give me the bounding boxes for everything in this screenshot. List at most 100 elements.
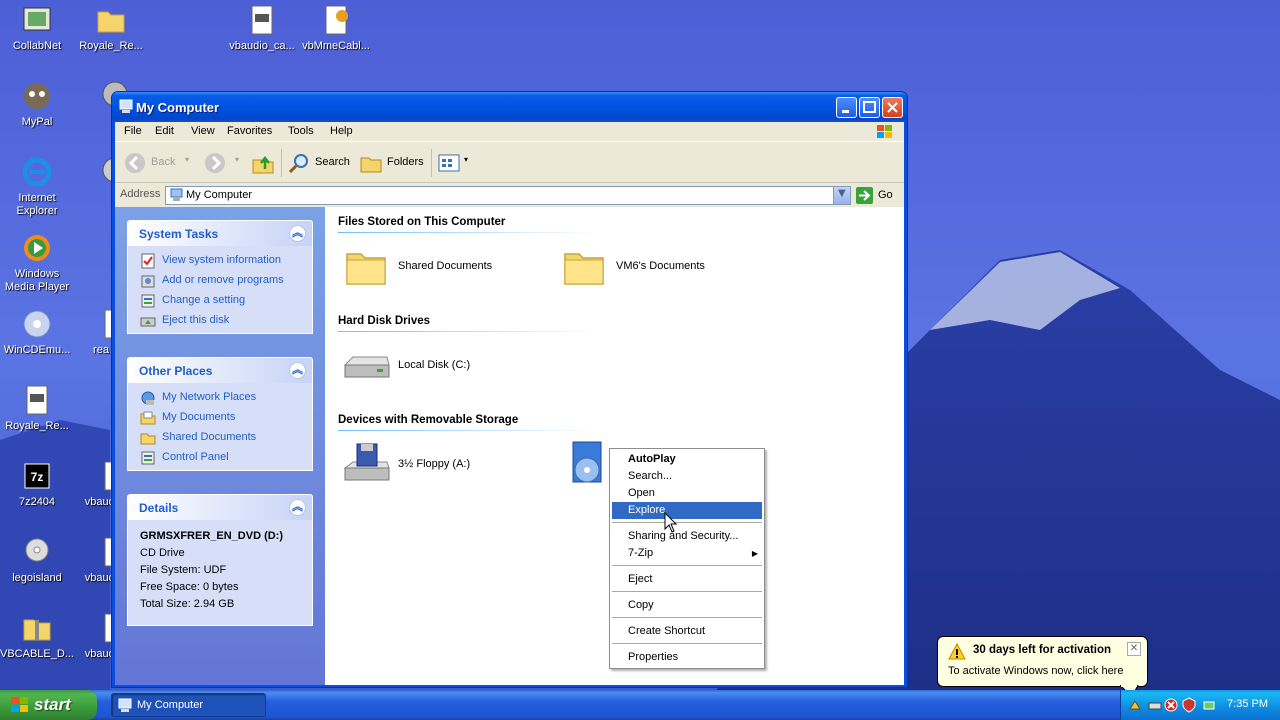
activation-balloon[interactable]: 30 days left for activation To activate … [937, 636, 1148, 687]
search-icon [288, 154, 308, 174]
forward-button[interactable]: ▾ [203, 151, 239, 175]
safely-remove-hardware-icon[interactable] [1201, 697, 1217, 713]
folders-button[interactable]: Folders [359, 151, 425, 175]
menu-separator [612, 617, 762, 618]
other-places-header[interactable]: Other Places ︽ [128, 358, 312, 383]
task-eject-this-disk[interactable]: Eject this disk [128, 311, 312, 331]
desktop-icon-wincdemu[interactable]: WinCDEmu... [0, 308, 74, 357]
desktop-icon-collabnet[interactable]: CollabNet [0, 4, 74, 53]
menu-separator [612, 522, 762, 523]
menu-item-eject[interactable]: Eject [612, 571, 762, 588]
mypal-icon [21, 80, 53, 112]
menu-item-7zip[interactable]: 7-Zip ▶ [612, 545, 762, 562]
desktop-icon-vbaudio-ca[interactable]: vbaudio_ca... [225, 4, 299, 53]
menu-tools[interactable]: Tools [288, 125, 314, 137]
desktop-icon-mypal[interactable]: MyPal [0, 80, 74, 129]
place-control-panel[interactable]: Control Panel [128, 448, 312, 468]
back-dropdown-icon: ▾ [185, 155, 190, 164]
search-button[interactable]: Search [287, 151, 351, 175]
menu-favorites[interactable]: Favorites [227, 125, 272, 137]
address-dropdown-button[interactable]: ▼ [833, 187, 850, 204]
folder-icon [95, 4, 127, 36]
task-view-system-information[interactable]: View system information [128, 251, 312, 271]
item-local-disk-c[interactable]: Local Disk (C:) [343, 341, 523, 389]
menu-item-label: 7-Zip [628, 547, 654, 559]
menu-view[interactable]: View [191, 125, 215, 137]
folders-label: Folders [387, 156, 424, 168]
collapse-icon[interactable]: ︽ [289, 225, 306, 242]
desktop-icon-vbcable-d[interactable]: VBCABLE_D... [0, 612, 74, 661]
task-change-a-setting[interactable]: Change a setting [128, 291, 312, 311]
clock[interactable]: 7:35 PM [1227, 698, 1268, 710]
taskbar-item-my-computer[interactable]: My Computer [111, 693, 266, 717]
menu-item-properties[interactable]: Properties [612, 649, 762, 666]
desktop-icon-vbmmecable[interactable]: vbMmeCabl... [299, 4, 373, 53]
item-label: 3½ Floppy (A:) [398, 458, 471, 470]
menu-item-sharing-security[interactable]: Sharing and Security... [612, 528, 762, 545]
activation-keys-icon[interactable] [1127, 697, 1143, 713]
close-button[interactable] [882, 97, 903, 118]
network-places-icon [141, 391, 155, 405]
cd-icon [21, 536, 53, 568]
menu-item-create-shortcut[interactable]: Create Shortcut [612, 623, 762, 640]
menu-item-search[interactable]: Search... [612, 468, 762, 485]
back-arrow-icon [125, 153, 145, 173]
item-floppy-a[interactable]: 3½ Floppy (A:) [343, 440, 523, 488]
menu-item-copy[interactable]: Copy [612, 597, 762, 614]
desktop-icon-7z2404[interactable]: 7z 7z2404 [0, 460, 74, 509]
balloon-text: To activate Windows now, click here [948, 665, 1124, 677]
collapse-icon[interactable]: ︽ [289, 362, 306, 379]
desktop-icon-label: WinCDEmu... [3, 344, 71, 356]
menu-file[interactable]: File [124, 125, 142, 137]
taskbar: start My Computer 7:35 PM [0, 690, 1280, 720]
eject-icon [140, 317, 156, 327]
window-titlebar[interactable]: My Computer [112, 92, 907, 122]
minimize-button[interactable] [836, 97, 857, 118]
item-vm6-documents[interactable]: VM6's Documents [561, 242, 741, 290]
network-icon[interactable] [1147, 697, 1163, 713]
place-shared-documents[interactable]: Shared Documents [128, 428, 312, 448]
task-add-remove-programs[interactable]: Add or remove programs [128, 271, 312, 291]
task-pane: System Tasks ︽ View system information A… [115, 207, 325, 685]
desktop-icon-windows-media-player[interactable]: Windows Media Player [0, 232, 74, 294]
desktop-icon-label: Windows Media Player [4, 268, 70, 293]
system-tasks-header[interactable]: System Tasks ︽ [128, 221, 312, 246]
chevron-down-icon: ▼ [838, 188, 846, 199]
section-hard-disks: Hard Disk Drives [338, 315, 431, 327]
place-my-network-places[interactable]: My Network Places [128, 388, 312, 408]
desktop-icon-royale[interactable]: Royale_Re... [74, 4, 148, 53]
shield-icon[interactable] [1181, 697, 1197, 713]
menu-help[interactable]: Help [330, 125, 353, 137]
close-icon[interactable]: ✕ [1127, 642, 1141, 656]
place-label: Control Panel [162, 451, 229, 463]
menu-item-open[interactable]: Open [612, 485, 762, 502]
place-label: Shared Documents [162, 431, 257, 443]
menu-edit[interactable]: Edit [155, 125, 174, 137]
details-file-system: File System: UDF [140, 564, 227, 576]
menu-item-autoplay[interactable]: AutoPlay [612, 451, 762, 468]
back-button[interactable]: Back ▾ [123, 151, 189, 175]
details-header[interactable]: Details ︽ [128, 495, 312, 520]
start-label: start [34, 695, 71, 714]
desktop-icon-royale-2[interactable]: Royale_Re... [0, 384, 74, 433]
desktop-icon-internet-explorer[interactable]: Internet Explorer [0, 156, 74, 218]
zip-folder-icon [21, 612, 53, 644]
section-divider [338, 331, 598, 332]
place-my-documents[interactable]: My Documents [128, 408, 312, 428]
up-folder-button[interactable] [251, 151, 277, 175]
menu-item-explore[interactable]: Explore [612, 502, 762, 519]
section-divider [338, 232, 598, 233]
views-button[interactable]: ▾ [437, 151, 471, 175]
item-shared-documents[interactable]: Shared Documents [343, 242, 523, 290]
go-arrow-icon [856, 187, 873, 204]
address-input[interactable]: My Computer ▼ [165, 186, 851, 205]
search-label: Search [315, 156, 350, 168]
desktop-icon-legoisland[interactable]: legoisland [0, 536, 74, 585]
go-button[interactable]: Go [855, 186, 900, 205]
collapse-icon[interactable]: ︽ [289, 499, 306, 516]
start-button[interactable]: start [0, 690, 97, 720]
security-alert-icon[interactable] [1163, 697, 1179, 713]
place-label: My Documents [162, 411, 236, 423]
item-dvd-drive-d[interactable] [561, 440, 609, 488]
maximize-button[interactable] [859, 97, 880, 118]
